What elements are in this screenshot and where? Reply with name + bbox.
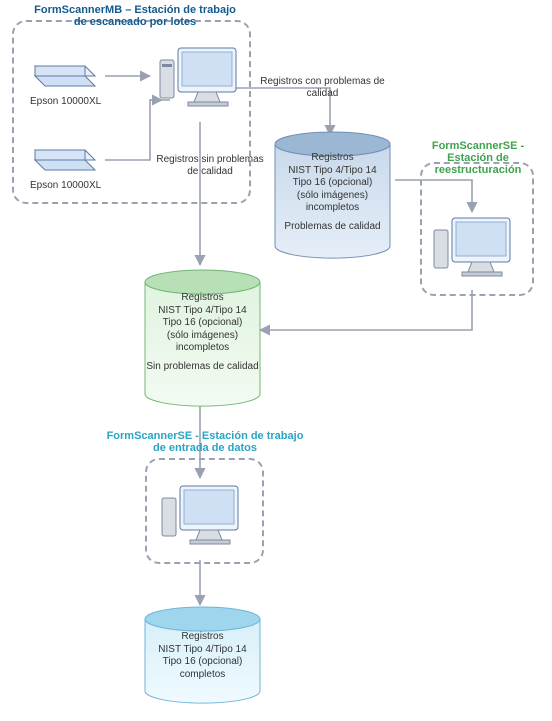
- cyl-line: incompletos: [146, 342, 259, 355]
- cyl-line: Problemas de calidad: [276, 221, 389, 234]
- cyl-line: Registros: [146, 292, 259, 305]
- cylinder-problems: Registros NIST Tipo 4/Tipo 14 Tipo 16 (o…: [270, 130, 395, 260]
- cylinder-problems-text: Registros NIST Tipo 4/Tipo 14 Tipo 16 (o…: [276, 152, 389, 233]
- cylinder-ok-text: Registros NIST Tipo 4/Tipo 14 Tipo 16 (o…: [146, 292, 259, 373]
- group-data-entry-title: FormScannerSE - Estación de trabajo de e…: [100, 430, 310, 454]
- cyl-line: NIST Tipo 4/Tipo 14: [276, 165, 389, 178]
- diagram-canvas: FormScannerMB – Estación de trabajo de e…: [0, 0, 552, 721]
- cyl-line: incompletos: [276, 202, 389, 215]
- restructuring-pc-icon: [432, 210, 518, 286]
- scanner-icon: [30, 56, 100, 92]
- cyl-line: Tipo 16 (opcional): [146, 656, 259, 669]
- cyl-line: Registros: [276, 152, 389, 165]
- workstation-pc-icon: [158, 40, 244, 116]
- group-batch-scan-title: FormScannerMB – Estación de trabajo de e…: [30, 4, 240, 28]
- edge-label-no-problems: Registros sin problemas de calidad: [155, 154, 265, 178]
- cyl-line: Registros: [146, 631, 259, 644]
- cyl-line: Sin problemas de calidad: [146, 361, 259, 374]
- cylinder-final: Registros NIST Tipo 4/Tipo 14 Tipo 16 (o…: [140, 605, 265, 705]
- cyl-line: NIST Tipo 4/Tipo 14: [146, 305, 259, 318]
- cyl-line: (sólo imágenes): [276, 190, 389, 203]
- data-entry-pc-icon: [160, 478, 246, 554]
- cyl-line: Tipo 16 (opcional): [276, 177, 389, 190]
- cyl-line: NIST Tipo 4/Tipo 14: [146, 644, 259, 657]
- scanner-icon: [30, 140, 100, 176]
- cyl-line: (sólo imágenes): [146, 330, 259, 343]
- cyl-line: completos: [146, 669, 259, 682]
- scanner1-label: Epson 10000XL: [30, 96, 101, 107]
- scanner2-label: Epson 10000XL: [30, 180, 101, 191]
- cylinder-ok: Registros NIST Tipo 4/Tipo 14 Tipo 16 (o…: [140, 268, 265, 408]
- cylinder-final-text: Registros NIST Tipo 4/Tipo 14 Tipo 16 (o…: [146, 631, 259, 681]
- group-restructuring-title: FormScannerSE - Estación de reestructura…: [408, 140, 548, 176]
- cyl-line: Tipo 16 (opcional): [146, 317, 259, 330]
- edge-label-problems: Registros con problemas de calidad: [260, 76, 385, 100]
